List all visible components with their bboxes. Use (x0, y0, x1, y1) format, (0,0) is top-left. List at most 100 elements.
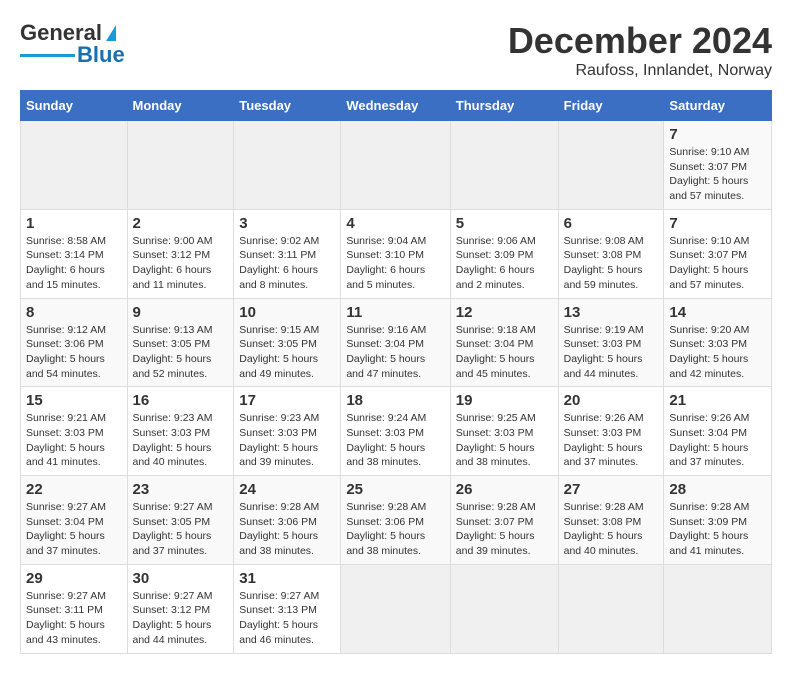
table-row (558, 564, 664, 653)
table-row: 16 Sunrise: 9:23 AMSunset: 3:03 PMDayligh… (127, 387, 234, 476)
day-number: 27 (564, 481, 659, 498)
day-number: 20 (564, 392, 659, 409)
table-row: 14 Sunrise: 9:20 AMSunset: 3:03 PMDayligh… (664, 298, 772, 387)
day-info: Sunrise: 9:19 AMSunset: 3:03 PMDaylight:… (564, 323, 659, 382)
day-number: 12 (456, 304, 553, 321)
day-info: Sunrise: 9:26 AMSunset: 3:04 PMDaylight:… (669, 411, 766, 470)
day-number: 10 (239, 304, 335, 321)
table-row (450, 564, 558, 653)
calendar-title-block: December 2024 Raufoss, Innlandet, Norway (508, 20, 772, 80)
table-row: 20 Sunrise: 9:26 AMSunset: 3:03 PMDayligh… (558, 387, 664, 476)
table-row: 1Sunrise: 8:58 AMSunset: 3:14 PMDaylight… (21, 209, 128, 298)
day-number: 5 (456, 215, 553, 232)
calendar-week-row: 29Sunrise: 9:27 AMSunset: 3:11 PMDayligh… (21, 564, 772, 653)
table-row: 30Sunrise: 9:27 AMSunset: 3:12 PMDayligh… (127, 564, 234, 653)
day-info: Sunrise: 9:26 AMSunset: 3:03 PMDaylight:… (564, 411, 659, 470)
table-row: 12 Sunrise: 9:18 AMSunset: 3:04 PMDayligh… (450, 298, 558, 387)
day-number: 21 (669, 392, 766, 409)
table-row: 3Sunrise: 9:02 AMSunset: 3:11 PMDaylight… (234, 209, 341, 298)
day-number: 2 (133, 215, 229, 232)
day-info: Sunrise: 9:27 AMSunset: 3:04 PMDaylight:… (26, 500, 122, 559)
table-row: 29Sunrise: 9:27 AMSunset: 3:11 PMDayligh… (21, 564, 128, 653)
table-row: 23 Sunrise: 9:27 AMSunset: 3:05 PMDayligh… (127, 476, 234, 565)
day-info: Sunrise: 9:28 AMSunset: 3:06 PMDaylight:… (346, 500, 444, 559)
table-row: 2Sunrise: 9:00 AMSunset: 3:12 PMDaylight… (127, 209, 234, 298)
day-number: 4 (346, 215, 444, 232)
logo-text-blue: Blue (77, 42, 125, 68)
calendar-week-row: 8 Sunrise: 9:12 AMSunset: 3:06 PMDaylight… (21, 298, 772, 387)
day-info: Sunrise: 9:27 AMSunset: 3:13 PMDaylight:… (239, 589, 335, 648)
day-number: 16 (133, 392, 229, 409)
day-info: Sunrise: 9:27 AMSunset: 3:05 PMDaylight:… (133, 500, 229, 559)
day-info: Sunrise: 9:28 AMSunset: 3:06 PMDaylight:… (239, 500, 335, 559)
day-number: 26 (456, 481, 553, 498)
table-row (558, 121, 664, 210)
table-row: 9 Sunrise: 9:13 AMSunset: 3:05 PMDaylight… (127, 298, 234, 387)
day-info: Sunrise: 9:10 AMSunset: 3:07 PMDaylight:… (669, 145, 766, 204)
day-number: 9 (133, 304, 229, 321)
header-monday: Monday (127, 91, 234, 121)
calendar-title: December 2024 (508, 20, 772, 62)
day-number: 28 (669, 481, 766, 498)
table-row: 7Sunrise: 9:10 AMSunset: 3:07 PMDaylight… (664, 121, 772, 210)
table-row: 19Sunrise: 9:25 AMSunset: 3:03 PMDayligh… (450, 387, 558, 476)
calendar-header-row: Sunday Monday Tuesday Wednesday Thursday… (21, 91, 772, 121)
day-info: Sunrise: 9:18 AMSunset: 3:04 PMDaylight:… (456, 323, 553, 382)
calendar-table: Sunday Monday Tuesday Wednesday Thursday… (20, 90, 772, 654)
table-row: 18 Sunrise: 9:24 AMSunset: 3:03 PMDayligh… (341, 387, 450, 476)
table-row: 27 Sunrise: 9:28 AMSunset: 3:08 PMDayligh… (558, 476, 664, 565)
table-row: 31 Sunrise: 9:27 AMSunset: 3:13 PMDayligh… (234, 564, 341, 653)
day-info: Sunrise: 9:23 AMSunset: 3:03 PMDaylight:… (133, 411, 229, 470)
table-row: 26 Sunrise: 9:28 AMSunset: 3:07 PMDayligh… (450, 476, 558, 565)
day-number: 29 (26, 570, 122, 587)
day-info: Sunrise: 9:24 AMSunset: 3:03 PMDaylight:… (346, 411, 444, 470)
table-row: 4 Sunrise: 9:04 AMSunset: 3:10 PMDaylight… (341, 209, 450, 298)
header-saturday: Saturday (664, 91, 772, 121)
day-info: Sunrise: 9:13 AMSunset: 3:05 PMDaylight:… (133, 323, 229, 382)
day-info: Sunrise: 9:16 AMSunset: 3:04 PMDaylight:… (346, 323, 444, 382)
table-row (450, 121, 558, 210)
day-number: 1 (26, 215, 122, 232)
day-number: 23 (133, 481, 229, 498)
table-row (234, 121, 341, 210)
table-row: 13 Sunrise: 9:19 AMSunset: 3:03 PMDayligh… (558, 298, 664, 387)
header-wednesday: Wednesday (341, 91, 450, 121)
day-number: 18 (346, 392, 444, 409)
day-number: 3 (239, 215, 335, 232)
table-row: 8 Sunrise: 9:12 AMSunset: 3:06 PMDaylight… (21, 298, 128, 387)
table-row (21, 121, 128, 210)
day-number: 14 (669, 304, 766, 321)
day-info: Sunrise: 9:12 AMSunset: 3:06 PMDaylight:… (26, 323, 122, 382)
day-number: 19 (456, 392, 553, 409)
header-friday: Friday (558, 91, 664, 121)
day-number: 8 (26, 304, 122, 321)
table-row (341, 121, 450, 210)
day-info: Sunrise: 9:28 AMSunset: 3:07 PMDaylight:… (456, 500, 553, 559)
day-number: 31 (239, 570, 335, 587)
day-number: 6 (564, 215, 659, 232)
calendar-subtitle: Raufoss, Innlandet, Norway (508, 62, 772, 80)
day-info: Sunrise: 9:06 AMSunset: 3:09 PMDaylight:… (456, 234, 553, 293)
day-number: 22 (26, 481, 122, 498)
table-row: 21 Sunrise: 9:26 AMSunset: 3:04 PMDayligh… (664, 387, 772, 476)
day-info: Sunrise: 9:20 AMSunset: 3:03 PMDaylight:… (669, 323, 766, 382)
day-number: 25 (346, 481, 444, 498)
day-number: 13 (564, 304, 659, 321)
table-row: 28Sunrise: 9:28 AMSunset: 3:09 PMDayligh… (664, 476, 772, 565)
header-tuesday: Tuesday (234, 91, 341, 121)
logo: General Blue (20, 20, 125, 68)
day-info: Sunrise: 9:23 AMSunset: 3:03 PMDaylight:… (239, 411, 335, 470)
day-number: 15 (26, 392, 122, 409)
day-info: Sunrise: 9:28 AMSunset: 3:08 PMDaylight:… (564, 500, 659, 559)
table-row: 5 Sunrise: 9:06 AMSunset: 3:09 PMDaylight… (450, 209, 558, 298)
day-number: 24 (239, 481, 335, 498)
day-info: Sunrise: 9:04 AMSunset: 3:10 PMDaylight:… (346, 234, 444, 293)
day-number: 11 (346, 304, 444, 321)
table-row: 17 Sunrise: 9:23 AMSunset: 3:03 PMDayligh… (234, 387, 341, 476)
table-row: 24 Sunrise: 9:28 AMSunset: 3:06 PMDayligh… (234, 476, 341, 565)
calendar-week-row: 22 Sunrise: 9:27 AMSunset: 3:04 PMDayligh… (21, 476, 772, 565)
day-number: 17 (239, 392, 335, 409)
table-row: 25 Sunrise: 9:28 AMSunset: 3:06 PMDayligh… (341, 476, 450, 565)
header-thursday: Thursday (450, 91, 558, 121)
table-row: 10Sunrise: 9:15 AMSunset: 3:05 PMDayligh… (234, 298, 341, 387)
